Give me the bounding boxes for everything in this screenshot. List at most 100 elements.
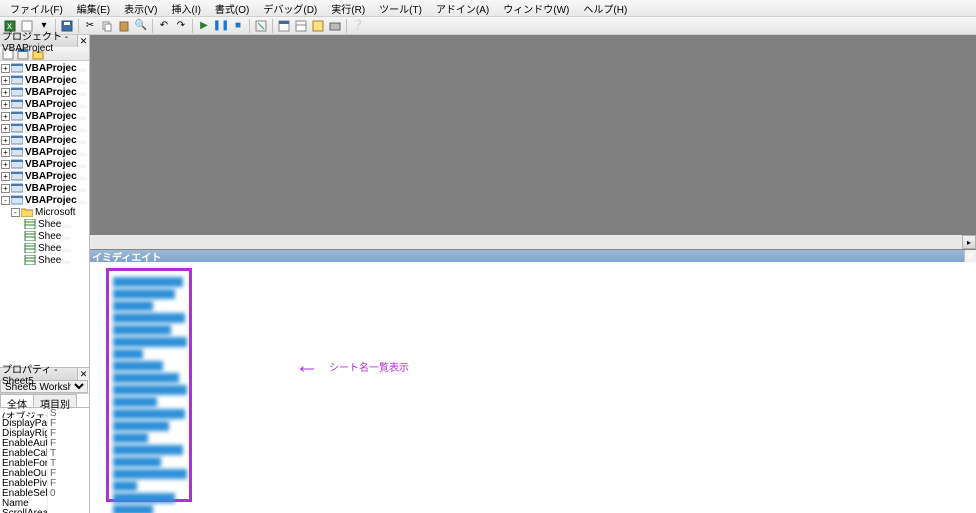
arrow-left-icon: ← — [295, 352, 319, 380]
expand-icon[interactable]: + — [1, 148, 10, 157]
close-icon[interactable]: ✕ — [77, 368, 89, 380]
property-value[interactable] — [48, 498, 89, 508]
tree-project-node[interactable]: -VBAProjec… — [0, 194, 89, 206]
menu-addins[interactable]: アドイン(A) — [430, 0, 495, 17]
properties-title-label: プロパティ - Sheet5 — [2, 361, 87, 387]
tree-project-node[interactable]: +VBAProjec… — [0, 74, 89, 86]
tab-zentai[interactable]: 全体 — [0, 394, 34, 407]
immediate-title-bar: イミディエイト ✕ — [90, 250, 976, 262]
tree-project-node[interactable]: +VBAProjec… — [0, 110, 89, 122]
tree-sheet-node[interactable]: Shee… — [0, 242, 89, 254]
tree-project-node[interactable]: +VBAProjec… — [0, 182, 89, 194]
run-icon[interactable]: ▶ — [196, 18, 212, 34]
expand-icon[interactable]: + — [1, 76, 10, 85]
property-name: EnableSelection — [0, 488, 48, 498]
expand-icon[interactable]: + — [1, 184, 10, 193]
property-value[interactable]: T — [48, 458, 89, 468]
property-row[interactable]: DisplayRightToLF — [0, 428, 89, 438]
expand-icon[interactable]: + — [1, 88, 10, 97]
menu-edit[interactable]: 編集(E) — [71, 0, 116, 17]
project-explorer-icon[interactable] — [276, 18, 292, 34]
tree-project-node[interactable]: +VBAProjec… — [0, 158, 89, 170]
collapse-icon[interactable]: - — [1, 196, 10, 205]
property-name: EnableCalculatio — [0, 448, 48, 458]
property-row[interactable]: DisplayPageBreaF — [0, 418, 89, 428]
property-name: ScrollArea — [0, 508, 48, 513]
property-value[interactable] — [48, 508, 89, 513]
tree-project-node[interactable]: +VBAProjec… — [0, 170, 89, 182]
property-row[interactable]: EnablePivotTablF — [0, 478, 89, 488]
undo-icon[interactable]: ↶ — [156, 18, 172, 34]
immediate-body[interactable]: ← シート名一覧表示 — [90, 262, 976, 513]
property-value[interactable]: T — [48, 448, 89, 458]
tree-project-node[interactable]: +VBAProjec… — [0, 122, 89, 134]
copy-icon[interactable] — [99, 18, 115, 34]
expand-icon[interactable]: + — [1, 64, 10, 73]
design-mode-icon[interactable] — [253, 18, 269, 34]
collapse-icon[interactable]: - — [11, 208, 20, 217]
tree-sheet-node[interactable]: Shee… — [0, 254, 89, 266]
properties-window-icon[interactable] — [293, 18, 309, 34]
menu-window[interactable]: ウィンドウ(W) — [497, 0, 575, 17]
property-value[interactable]: 0 — [48, 488, 89, 498]
horizontal-scrollbar[interactable]: ▸ — [90, 235, 976, 249]
redo-icon[interactable]: ↷ — [173, 18, 189, 34]
tab-komoku[interactable]: 項目別 — [33, 394, 77, 407]
help-icon[interactable]: ❔ — [350, 18, 366, 34]
menu-file[interactable]: ファイル(F) — [4, 0, 69, 17]
menu-run[interactable]: 実行(R) — [325, 0, 371, 17]
scroll-right-icon[interactable]: ▸ — [962, 235, 976, 249]
property-value[interactable]: F — [48, 438, 89, 448]
break-icon[interactable]: ❚❚ — [213, 18, 229, 34]
annotation-highlight-box — [106, 268, 192, 502]
separator — [346, 19, 347, 33]
property-row[interactable]: EnableAutoFilterF — [0, 438, 89, 448]
project-explorer-title: プロジェクト - VBAProject ✕ — [0, 35, 89, 47]
property-row[interactable]: EnableOutliningF — [0, 468, 89, 478]
property-row[interactable]: EnableFormatCoT — [0, 458, 89, 468]
tree-project-node[interactable]: +VBAProjec… — [0, 134, 89, 146]
tree-project-node[interactable]: +VBAProjec… — [0, 86, 89, 98]
property-name: DisplayRightToL — [0, 428, 48, 438]
menu-view[interactable]: 表示(V) — [118, 0, 163, 17]
expand-icon[interactable]: + — [1, 136, 10, 145]
toolbar: x ▾ ✂ 🔍 ↶ ↷ ▶ ❚❚ ■ ❔ — [0, 17, 976, 35]
menu-insert[interactable]: 挿入(I) — [165, 0, 206, 17]
property-row[interactable]: Name — [0, 498, 89, 508]
object-browser-icon[interactable] — [310, 18, 326, 34]
properties-grid[interactable]: (オブジェクト名)SDisplayPageBreaFDisplayRightTo… — [0, 408, 89, 513]
expand-icon[interactable]: + — [1, 124, 10, 133]
close-icon[interactable]: ✕ — [964, 250, 976, 262]
tree-project-node[interactable]: +VBAProjec… — [0, 98, 89, 110]
property-value[interactable]: F — [48, 428, 89, 438]
property-row[interactable]: (オブジェクト名)S — [0, 408, 89, 418]
expand-icon[interactable]: + — [1, 172, 10, 181]
menu-format[interactable]: 書式(O) — [209, 0, 255, 17]
expand-icon[interactable]: + — [1, 112, 10, 121]
menu-tools[interactable]: ツール(T) — [373, 0, 428, 17]
property-row[interactable]: ScrollArea — [0, 508, 89, 513]
paste-icon[interactable] — [116, 18, 132, 34]
menu-debug[interactable]: デバッグ(D) — [257, 0, 323, 17]
reset-icon[interactable]: ■ — [230, 18, 246, 34]
tree-project-node[interactable]: +VBAProjec… — [0, 146, 89, 158]
separator — [152, 19, 153, 33]
find-icon[interactable]: 🔍 — [133, 18, 149, 34]
property-value[interactable]: F — [48, 478, 89, 488]
tree-sheet-node[interactable]: Shee… — [0, 218, 89, 230]
annotation-text: シート名一覧表示 — [329, 359, 409, 374]
toolbox-icon[interactable] — [327, 18, 343, 34]
tree-project-node[interactable]: +VBAProjec… — [0, 62, 89, 74]
property-value[interactable]: F — [48, 468, 89, 478]
property-row[interactable]: EnableSelection0 — [0, 488, 89, 498]
property-value[interactable]: S — [48, 408, 89, 418]
project-tree[interactable]: +VBAProjec…+VBAProjec…+VBAProjec…+VBAPro… — [0, 61, 89, 368]
expand-icon[interactable]: + — [1, 160, 10, 169]
tree-sheet-node[interactable]: Shee… — [0, 230, 89, 242]
menu-help[interactable]: ヘルプ(H) — [577, 0, 633, 17]
expand-icon[interactable]: + — [1, 100, 10, 109]
property-row[interactable]: EnableCalculatioT — [0, 448, 89, 458]
property-value[interactable]: F — [48, 418, 89, 428]
close-icon[interactable]: ✕ — [77, 35, 89, 47]
tree-folder-node[interactable]: -Microsoft — [0, 206, 89, 218]
